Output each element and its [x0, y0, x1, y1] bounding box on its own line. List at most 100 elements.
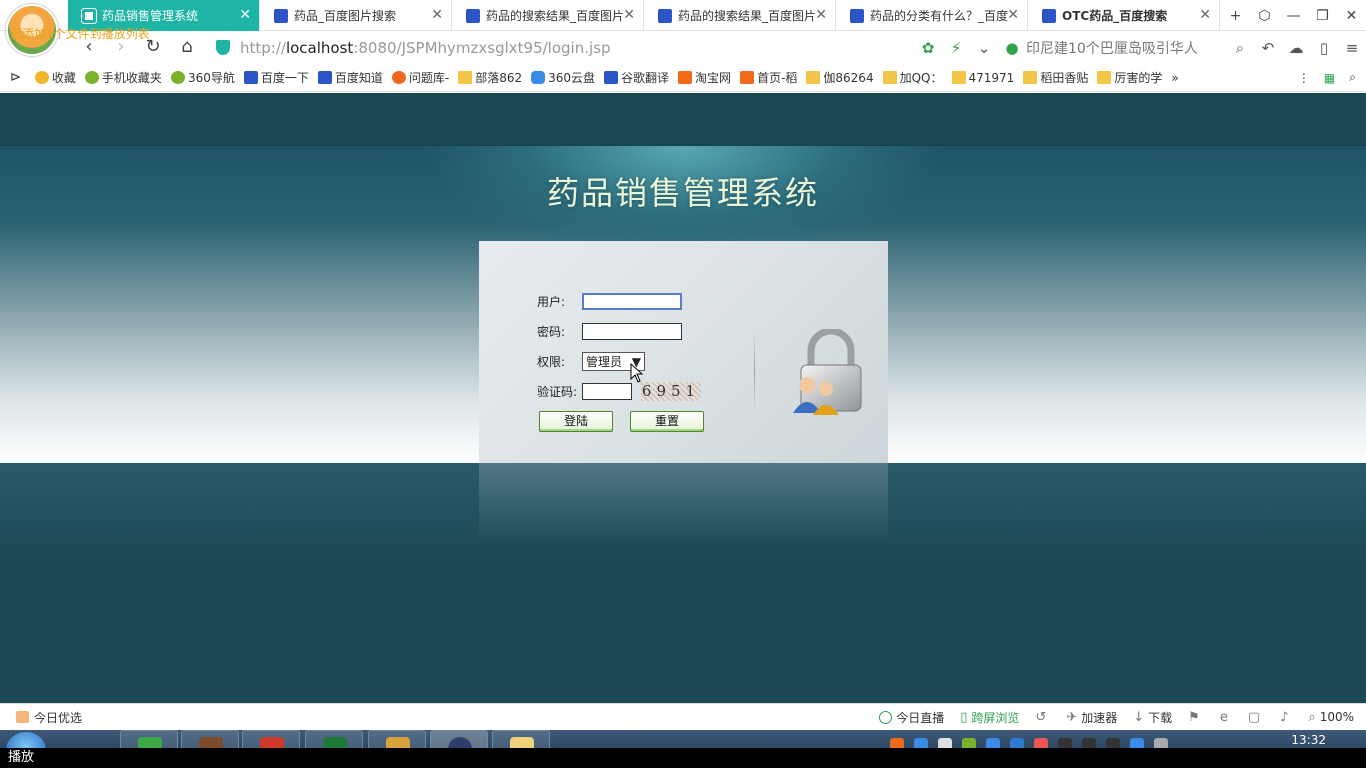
- skin-icon[interactable]: ⬡: [1250, 8, 1279, 24]
- tab-6[interactable]: OTC药品_百度搜索 ✕: [1028, 0, 1220, 31]
- reading-mode-icon[interactable]: ▯: [1310, 39, 1338, 57]
- nav360-icon: [170, 71, 185, 84]
- close-window-icon[interactable]: ✕: [1337, 8, 1366, 24]
- live-button[interactable]: 今日直播: [879, 709, 944, 726]
- speed-mode-icon[interactable]: ⚡: [942, 39, 970, 57]
- tab-3[interactable]: 药品的搜索结果_百度图片 ✕: [452, 0, 644, 31]
- zoom-value: 100%: [1319, 710, 1354, 724]
- bookmark-label: 手机收藏夹: [101, 71, 162, 85]
- bookmarks-bar: ⊳ 收藏 手机收藏夹 360导航 百度一下 百度知道 问题库- 部落862 36…: [0, 64, 1366, 92]
- cloud-sync-icon[interactable]: ☁: [1282, 39, 1310, 57]
- zoom-search-icon[interactable]: ⌕: [1349, 70, 1356, 85]
- close-icon[interactable]: ✕: [815, 7, 827, 23]
- bookmark-item[interactable]: 部落862: [458, 69, 522, 86]
- more-bookmarks-icon[interactable]: »: [1171, 71, 1178, 85]
- download-button[interactable]: ↓ 下载: [1133, 709, 1172, 726]
- system-title: 药品销售管理系统: [546, 174, 819, 212]
- undo-close-icon[interactable]: ↶: [1254, 39, 1282, 57]
- download-icon: ↓: [1133, 709, 1145, 725]
- role-row: 权限: 管理员 ▼: [537, 352, 645, 371]
- bookmark-item[interactable]: 加QQ：: [882, 69, 943, 86]
- more-vertical-icon[interactable]: ⋮: [1298, 71, 1310, 85]
- close-icon[interactable]: ✕: [431, 7, 443, 23]
- address-bar: ‹ › ↻ ⌂ http://localhost:8080/JSPMhymzxs…: [0, 31, 1366, 64]
- sound-button[interactable]: ♪: [1280, 710, 1292, 725]
- player-tooltip: 播放: [0, 748, 1366, 768]
- address-tools: ✿ ⚡ ⌄ ● 印尼建10个巴厘岛吸引华人 ⌕ ↶ ☁ ▯ ≡: [914, 31, 1366, 64]
- login-button[interactable]: 登陆: [539, 411, 613, 432]
- rocket-icon: ✈: [1066, 709, 1078, 725]
- bookmark-item[interactable]: 稻田香贴: [1023, 69, 1088, 86]
- new-tab-button[interactable]: +: [1221, 8, 1250, 24]
- close-icon[interactable]: ✕: [623, 7, 635, 23]
- ie-button[interactable]: e: [1220, 710, 1232, 725]
- today-picks[interactable]: 今日优选: [16, 709, 82, 726]
- captcha-image[interactable]: 6951: [641, 382, 701, 401]
- baidu-paw-icon: [317, 71, 332, 84]
- restore-icon[interactable]: ❐: [1308, 8, 1337, 24]
- restore-page-button[interactable]: ↺: [1035, 710, 1050, 725]
- tab-5[interactable]: 药品的分类有什么？_百度 ✕: [836, 0, 1028, 31]
- bookmark-item[interactable]: 淘宝网: [678, 69, 731, 86]
- login-hero: 药品销售管理系统 用户: 密码: 权限: 管理员 ▼ 验证码: 6951 登陆 …: [0, 146, 1366, 463]
- username-input[interactable]: [582, 293, 682, 310]
- window-icon: ▢: [1247, 709, 1261, 725]
- bookmark-item[interactable]: 收藏: [34, 69, 76, 86]
- bookmark-item[interactable]: 百度一下: [243, 69, 309, 86]
- bookmark-item[interactable]: 问题库-: [391, 69, 449, 86]
- menu-icon[interactable]: ≡: [1338, 39, 1366, 57]
- bookmark-item[interactable]: 百度知道: [317, 69, 383, 86]
- status-tools: 今日直播 ▯ 跨屏浏览 ↺ ✈ 加速器 ↓ 下载 ⚑ e ▢ ♪ ⌕ 100%: [863, 709, 1366, 726]
- zoom-control[interactable]: ⌕ 100%: [1308, 710, 1354, 725]
- bookmark-item[interactable]: 首页-稻: [740, 69, 797, 86]
- tab-2[interactable]: 药品_百度图片搜索 ✕: [260, 0, 452, 31]
- phone-icon: ▯: [960, 709, 968, 725]
- page-icon: [81, 7, 97, 24]
- flag-button[interactable]: ⚑: [1188, 710, 1204, 725]
- username-label: 用户:: [537, 295, 566, 309]
- bookmark-item[interactable]: 360导航: [170, 69, 235, 86]
- tab-title: 药品的搜索结果_百度图片: [486, 9, 625, 23]
- bookmark-item[interactable]: 伽86264: [806, 69, 874, 86]
- bookmark-label: 360导航: [187, 71, 235, 85]
- download-label: 下载: [1148, 710, 1173, 725]
- tab-bar: 已添加1个文件到播放列表 药品销售管理系统 ✕ 药品_百度图片搜索 ✕ 药品的搜…: [0, 0, 1366, 56]
- close-icon[interactable]: ✕: [239, 7, 251, 23]
- bookmark-item[interactable]: 厉害的学: [1097, 69, 1162, 86]
- minimize-icon[interactable]: —: [1279, 8, 1308, 24]
- close-icon[interactable]: ✕: [1199, 7, 1211, 23]
- accelerator-button[interactable]: ✈ 加速器: [1066, 709, 1117, 726]
- page-content: 药品销售管理系统 用户: 密码: 权限: 管理员 ▼ 验证码: 6951 登陆 …: [0, 93, 1366, 703]
- url-host: localhost: [285, 39, 354, 57]
- captcha-input[interactable]: [582, 383, 632, 400]
- url-input[interactable]: http://localhost:8080/JSPMhymzxsglxt95/l…: [240, 39, 610, 57]
- reset-button[interactable]: 重置: [630, 411, 704, 432]
- bookmark-label: 淘宝网: [695, 71, 732, 85]
- close-icon[interactable]: ✕: [1007, 7, 1019, 23]
- tab-title: 药品的分类有什么？_百度: [870, 9, 1009, 23]
- search-input[interactable]: 印尼建10个巴厘岛吸引华人: [1026, 38, 1226, 58]
- apps-icon[interactable]: ▦: [1324, 71, 1335, 85]
- bookmark-label: 百度知道: [334, 71, 383, 85]
- window-button[interactable]: ▢: [1248, 710, 1264, 725]
- today-picks-label: 今日优选: [34, 710, 83, 725]
- baidu-paw-icon: [466, 8, 480, 23]
- password-input[interactable]: [582, 323, 682, 340]
- cross-screen-button[interactable]: ▯ 跨屏浏览: [960, 709, 1019, 726]
- home-icon[interactable]: ⌂: [176, 37, 198, 59]
- bookmark-item[interactable]: 471971: [951, 71, 1014, 85]
- bookmark-label: 稻田香贴: [1040, 71, 1089, 85]
- search-engine-icon[interactable]: ●: [998, 39, 1026, 57]
- compat-mode-icon[interactable]: ✿: [914, 39, 942, 57]
- bookmark-item[interactable]: 360云盘: [531, 69, 595, 86]
- search-icon[interactable]: ⌕: [1226, 39, 1254, 57]
- tab-4[interactable]: 药品的搜索结果_百度图片 ✕: [644, 0, 836, 31]
- taskbar-clock[interactable]: 13:32: [1291, 733, 1326, 747]
- chevron-down-icon[interactable]: ⌄: [970, 39, 998, 57]
- magnifier-icon: ⌕: [1308, 709, 1316, 725]
- captcha-label: 验证码:: [537, 385, 578, 399]
- sidebar-toggle-icon[interactable]: ⊳: [10, 70, 21, 85]
- bookmark-item[interactable]: 手机收藏夹: [84, 69, 162, 86]
- bookmark-label: 百度一下: [260, 71, 309, 85]
- bookmark-item[interactable]: 谷歌翻译: [604, 69, 669, 86]
